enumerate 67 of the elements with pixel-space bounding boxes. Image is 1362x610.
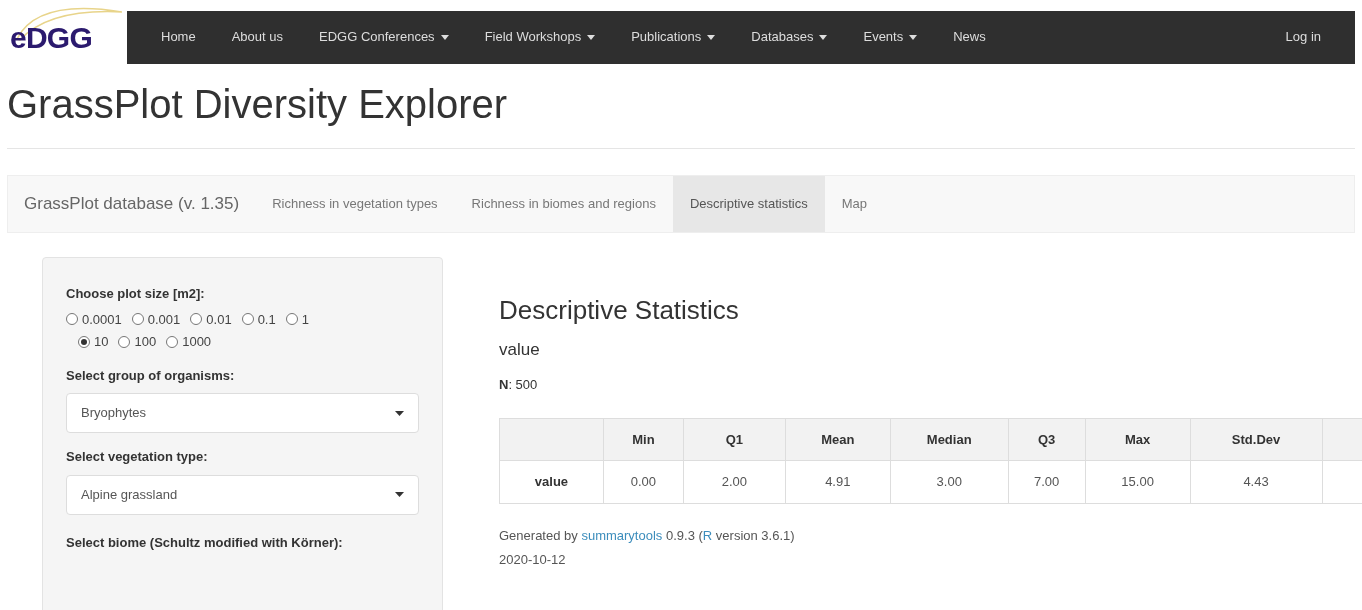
nav-link[interactable]: Home bbox=[127, 27, 214, 47]
nav-link[interactable]: Databases bbox=[733, 27, 846, 47]
caret-icon bbox=[707, 34, 716, 40]
logo[interactable]: eDGG bbox=[10, 14, 93, 60]
tab[interactable]: Richness in biomes and regions bbox=[454, 176, 673, 232]
radio-option[interactable]: 0.1 bbox=[241, 309, 276, 329]
radio-option[interactable]: 0.0001 bbox=[66, 309, 122, 329]
radio-button[interactable] bbox=[166, 335, 179, 348]
date-text: 2020-10-12 bbox=[498, 550, 567, 569]
table-cell: 7.00 bbox=[1008, 460, 1086, 504]
variable-name: value bbox=[498, 339, 541, 361]
table-header-cell: Min bbox=[603, 418, 684, 461]
radio-option[interactable]: 0.01 bbox=[190, 309, 232, 329]
field-label: Choose plot size [m2]: bbox=[66, 285, 206, 303]
table-cell: 4.43 bbox=[1190, 460, 1322, 504]
section-heading: Descriptive Statistics bbox=[498, 297, 740, 323]
field-label: Select biome (Schultz modified with Körner): bbox=[66, 533, 344, 552]
generated-by-text: Generated by summarytools 0.9.3 (R version 3.6.1) bbox=[498, 527, 796, 545]
radio-option[interactable]: 100 bbox=[118, 332, 157, 352]
radio-option[interactable]: 10 bbox=[78, 332, 109, 352]
caret-icon bbox=[819, 34, 828, 40]
caret-icon bbox=[909, 34, 918, 40]
tab[interactable]: Descriptive statistics bbox=[672, 176, 825, 232]
table-header-cell: Mean bbox=[785, 418, 891, 461]
caret-icon bbox=[440, 34, 449, 40]
count-text: N: 500 bbox=[498, 375, 539, 394]
field-label: Select vegetation type: bbox=[66, 448, 209, 466]
radio-button[interactable] bbox=[78, 335, 90, 348]
login-link[interactable]: Log in bbox=[1285, 27, 1355, 47]
nav-link[interactable]: EDGG Conferences bbox=[301, 27, 467, 47]
table-cell: 0.00 bbox=[603, 460, 684, 504]
summarytools-link[interactable]: summarytools bbox=[581, 528, 663, 543]
radio-option[interactable]: 1 bbox=[285, 309, 309, 329]
tab-bar-brand[interactable]: GrassPlot database (v. 1.35) bbox=[8, 176, 256, 232]
r-link[interactable]: R bbox=[702, 528, 713, 543]
nav-link[interactable]: Events bbox=[845, 27, 936, 47]
table-header-cell: Q1 bbox=[683, 418, 786, 461]
radio-option[interactable]: 1000 bbox=[166, 332, 212, 352]
nav-link[interactable]: Publications bbox=[613, 27, 734, 47]
table-cell: 4.91 bbox=[785, 460, 891, 504]
table-header-cell: Max bbox=[1085, 418, 1191, 461]
radio-button[interactable] bbox=[190, 313, 203, 326]
dropdown-select[interactable]: Bryophytes bbox=[66, 393, 419, 433]
table-cell: 15.00 bbox=[1085, 460, 1191, 504]
dropdown-select[interactable]: Alpine grassland bbox=[66, 474, 419, 515]
radio-button[interactable] bbox=[285, 313, 298, 326]
radio-button[interactable] bbox=[66, 313, 78, 326]
table-cell: 3.00 bbox=[890, 460, 1009, 504]
table-header-cell: Q3 bbox=[1008, 418, 1086, 461]
row-header-cell: value bbox=[499, 460, 604, 504]
field-label: Select group of organisms: bbox=[66, 366, 236, 385]
table-header-cell: Std.Dev bbox=[1190, 418, 1322, 461]
radio-button[interactable] bbox=[118, 335, 131, 348]
nav-link[interactable]: About us bbox=[213, 27, 301, 47]
tab[interactable]: Map bbox=[824, 176, 884, 232]
table-header-cell: Median bbox=[890, 418, 1009, 461]
radio-option[interactable]: 0.001 bbox=[131, 309, 181, 329]
nav-link[interactable]: Field Workshops bbox=[466, 27, 614, 47]
page-title: GrassPlot Diversity Explorer bbox=[7, 84, 509, 124]
tab[interactable]: Richness in vegetation types bbox=[255, 176, 455, 232]
radio-button[interactable] bbox=[241, 313, 254, 326]
nav-link[interactable]: News bbox=[935, 27, 1004, 47]
table-cell: 2.00 bbox=[683, 460, 786, 504]
caret-icon bbox=[587, 34, 596, 40]
radio-button[interactable] bbox=[131, 313, 144, 326]
caret-icon bbox=[395, 410, 404, 416]
caret-icon bbox=[395, 492, 404, 497]
